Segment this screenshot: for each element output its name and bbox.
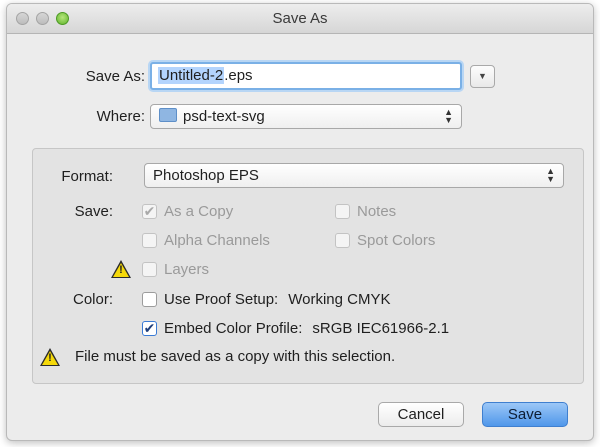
checkbox-box [142,262,157,277]
checkbox-box: ✔ [142,203,157,219]
where-popup[interactable]: psd-text-svg ▲ ▼ [150,104,462,129]
title-bar: Save As [7,4,593,34]
save-options-label: Save: [74,203,113,220]
format-label: Format: [61,168,113,185]
embed-color-profile-value: sRGB IEC61966-2.1 [312,320,450,337]
warning-message: File must be saved as a copy with this s… [75,348,396,365]
chevron-updown-icon: ▲ ▼ [444,107,453,125]
checkbox-box [335,233,350,248]
alpha-channels-label: Alpha Channels [164,232,270,249]
filename-extension: .eps [224,67,253,84]
checkbox-box [335,204,350,219]
use-proof-setup-value: Working CMYK [288,291,391,308]
color-label: Color: [72,291,113,308]
as-a-copy-checkbox[interactable]: ✔ As a Copy [142,203,233,220]
where-value: psd-text-svg [183,108,265,125]
where-label: Where: [96,108,145,125]
warning-icon: ! [111,260,131,278]
filename-field[interactable]: Untitled-2.eps [150,62,462,90]
checkbox-box [142,233,157,248]
alpha-channels-checkbox[interactable]: Alpha Channels [142,232,270,249]
use-proof-setup-label: Use Proof Setup: [164,291,279,308]
cancel-button[interactable]: Cancel [378,402,464,427]
folder-icon [159,108,177,123]
filename-selected-text: Untitled-2 [158,67,225,84]
notes-checkbox[interactable]: Notes [335,203,396,220]
checkbox-box [142,292,157,307]
as-a-copy-label: As a Copy [164,203,234,220]
layers-checkbox[interactable]: Layers [142,261,209,278]
notes-label: Notes [357,203,397,220]
expand-dialog-button[interactable]: ▼ [470,65,495,88]
embed-color-profile-label: Embed Color Profile: [164,320,303,337]
warning-icon: ! [40,348,60,366]
layers-label: Layers [164,261,210,278]
save-button[interactable]: Save [482,402,568,427]
spot-colors-label: Spot Colors [357,232,436,249]
chevron-updown-icon: ▲ ▼ [546,166,555,184]
window-title: Save As [272,10,328,27]
use-proof-setup-checkbox[interactable]: Use Proof Setup: Working CMYK [142,291,390,308]
embed-color-profile-checkbox[interactable]: ✔ Embed Color Profile: sRGB IEC61966-2.1 [142,320,449,337]
save-as-dialog: Save As Save As: Untitled-2.eps ▼ Where:… [6,3,594,441]
format-popup[interactable]: Photoshop EPS ▲ ▼ [144,163,564,188]
checkbox-box: ✔ [142,320,157,336]
format-value: Photoshop EPS [153,167,259,184]
chevron-down-icon: ▼ [478,71,487,81]
spot-colors-checkbox[interactable]: Spot Colors [335,232,435,249]
save-as-label: Save As: [85,68,145,85]
